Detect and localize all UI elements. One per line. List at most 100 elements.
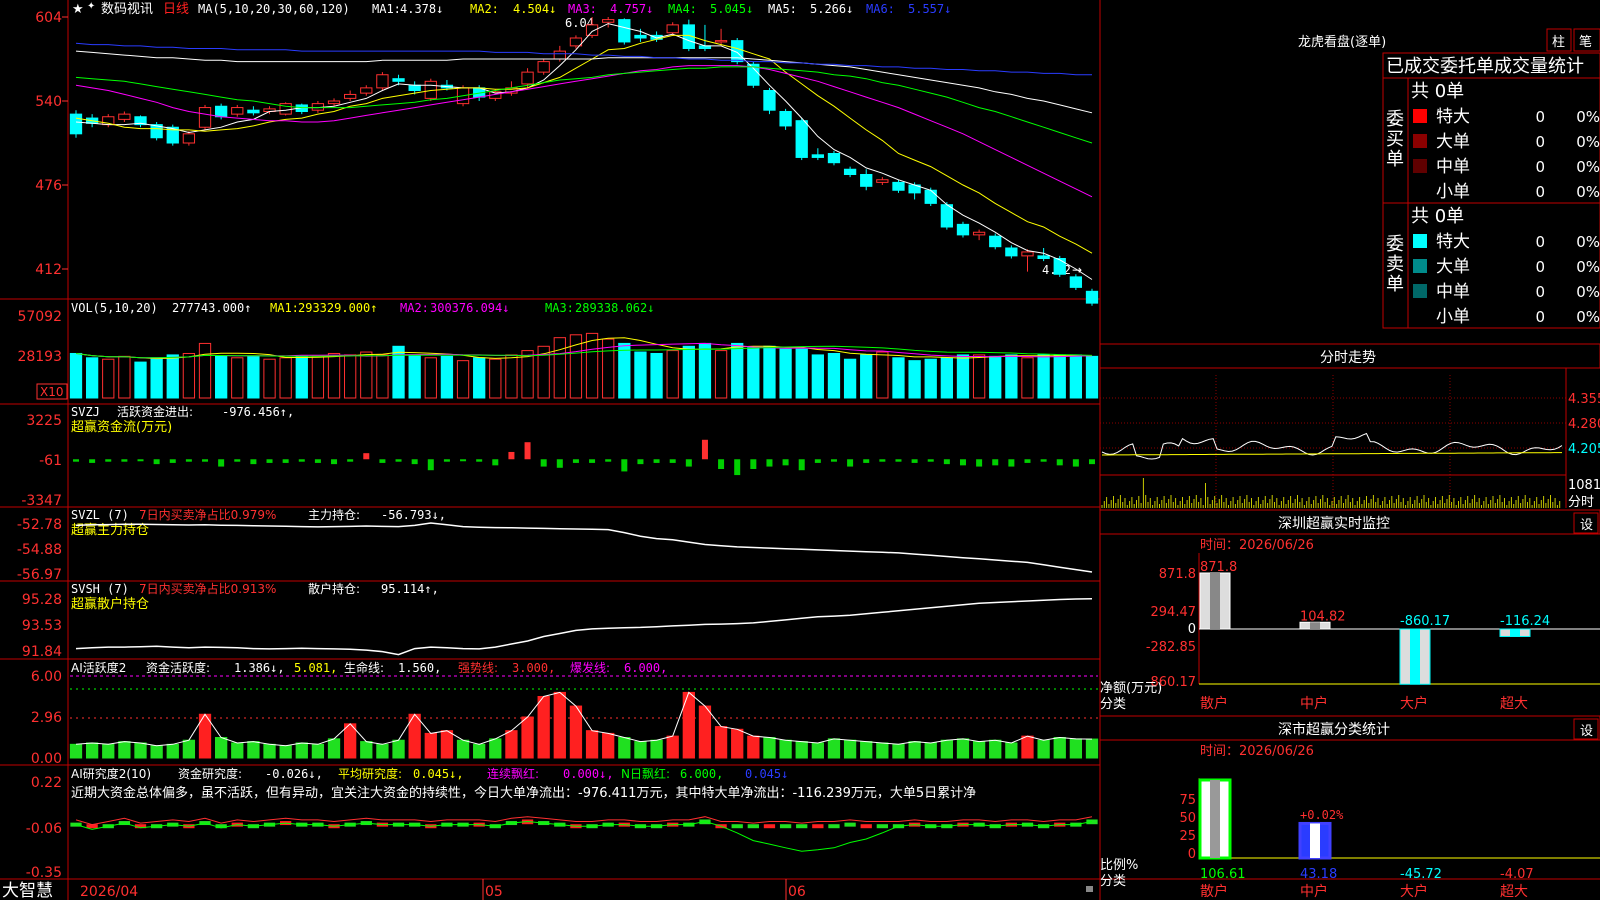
volume-bar bbox=[327, 352, 341, 399]
ma-line-ma3 bbox=[75, 65, 1093, 198]
y-tick: 0.22 bbox=[31, 775, 62, 791]
sell-row-label: 小单 bbox=[1436, 307, 1470, 327]
sell-color-swatch bbox=[1413, 309, 1427, 323]
volume-bar bbox=[956, 354, 970, 399]
buy-color-swatch bbox=[1413, 109, 1427, 123]
sell-row-count: 0 bbox=[1535, 258, 1545, 276]
star-icon[interactable]: ★ bbox=[72, 2, 84, 17]
y-tick: 6.00 bbox=[31, 669, 62, 685]
svzj-bar bbox=[669, 459, 676, 463]
candle-body bbox=[876, 179, 889, 183]
ma-line-ma5 bbox=[75, 50, 1093, 114]
ai-active-bar bbox=[489, 738, 502, 759]
volume-bar bbox=[634, 351, 647, 399]
volume-bar bbox=[134, 361, 147, 399]
sz-monitor-time: 时间：2026/06/26 bbox=[1200, 538, 1314, 553]
candle-body bbox=[537, 61, 550, 73]
ai-active-bar bbox=[666, 735, 679, 759]
buy-row-count: 0 bbox=[1535, 183, 1545, 201]
y-tick: 57092 bbox=[17, 309, 62, 325]
lock-icon[interactable] bbox=[1086, 886, 1093, 892]
n-red-label: N日飘红: bbox=[621, 766, 670, 781]
svzj-bar bbox=[153, 459, 160, 465]
ai-active-bar bbox=[166, 743, 179, 759]
y-tick: 2.96 bbox=[31, 710, 62, 726]
ai-active-bar bbox=[360, 741, 373, 759]
pen-mode-label: 笔 bbox=[1579, 34, 1592, 50]
svzj-bar bbox=[1008, 459, 1015, 467]
svzj-bar bbox=[895, 459, 902, 462]
volume-bar bbox=[924, 358, 937, 399]
research-green-line bbox=[75, 820, 1093, 852]
svzj-bar bbox=[395, 459, 402, 462]
vol-ma1-label: MA1: bbox=[270, 301, 299, 315]
ai-research-title: AI研究度2(10) bbox=[71, 766, 151, 781]
y-tick: -3347 bbox=[21, 493, 62, 509]
svzj-bar bbox=[653, 459, 660, 463]
svsh-title: SVSH (7) bbox=[71, 582, 129, 596]
buy-row-count: 0 bbox=[1535, 133, 1545, 151]
svzj-bar bbox=[992, 459, 999, 466]
volume-bar bbox=[779, 348, 792, 399]
buy-row-count: 0 bbox=[1535, 158, 1545, 176]
svzj-bar bbox=[266, 459, 273, 463]
candle-body bbox=[360, 87, 373, 94]
volume-bar bbox=[279, 357, 292, 399]
ai-active-bar bbox=[182, 739, 196, 759]
burst-line-value: 6.000, bbox=[624, 661, 667, 675]
volume-bar bbox=[102, 358, 115, 399]
sell-total: 共 0单 bbox=[1411, 206, 1464, 227]
svzj-bar bbox=[734, 459, 741, 476]
sell-row-label: 中单 bbox=[1436, 282, 1470, 302]
svzj-bar bbox=[427, 459, 434, 471]
svzj-bar bbox=[89, 459, 96, 463]
period-label[interactable]: 日线 bbox=[163, 2, 189, 17]
svzj-bar bbox=[863, 459, 870, 463]
volume-bar bbox=[1053, 354, 1066, 399]
volume-bar bbox=[182, 352, 196, 399]
candle-body bbox=[585, 24, 599, 36]
buy-row-label: 中单 bbox=[1436, 157, 1470, 177]
candle-body bbox=[327, 100, 341, 105]
svzj-bar bbox=[976, 459, 983, 467]
svzj-bar bbox=[282, 459, 289, 463]
volume-bar bbox=[892, 357, 905, 399]
sell-row-pct: 0% bbox=[1576, 233, 1600, 251]
ai-research-bar bbox=[812, 824, 824, 829]
volume-bar bbox=[1037, 354, 1050, 399]
vol-y-axis: 57092 28193 bbox=[17, 309, 62, 365]
buy-color-swatch bbox=[1413, 184, 1427, 198]
svzj-bar bbox=[621, 459, 628, 472]
ai-active-line bbox=[75, 691, 1093, 747]
buy-row-label: 特大 bbox=[1436, 107, 1470, 127]
intraday-price-line bbox=[1101, 432, 1563, 460]
main-y-axis: 604 540 476 412 bbox=[35, 10, 62, 278]
svzj-bar bbox=[782, 459, 789, 466]
sell-row-pct: 0% bbox=[1576, 283, 1600, 301]
ai-active-bar bbox=[763, 737, 776, 759]
svzj-bar bbox=[1056, 459, 1063, 466]
app-logo[interactable]: 大智慧 bbox=[2, 881, 53, 900]
ma4-label: MA4: bbox=[668, 2, 697, 16]
candle-body bbox=[795, 120, 808, 158]
candle-body bbox=[231, 107, 244, 115]
ai-active-bar bbox=[860, 741, 873, 759]
svzj-title: SVZJ bbox=[71, 405, 100, 419]
vol-header: VOL(5,10,20) 277743.000↑ MA1: 293329.000… bbox=[71, 301, 654, 315]
svsh-line bbox=[75, 597, 1093, 656]
vol-title: VOL(5,10,20) bbox=[71, 301, 158, 315]
volume-bar bbox=[682, 345, 695, 399]
ai-active-val1: 1.386↓, bbox=[234, 661, 285, 675]
candle-body bbox=[408, 84, 421, 91]
svzl-hold-value: -56.793↓, bbox=[381, 508, 446, 522]
category-label: 超大 bbox=[1500, 884, 1528, 900]
ma4-value: 5.045↓ bbox=[710, 2, 753, 16]
intraday-tick: 4.280 bbox=[1568, 417, 1600, 432]
buy-row-pct: 0% bbox=[1576, 133, 1600, 151]
volume-bar bbox=[440, 355, 454, 399]
volume-bar bbox=[1069, 354, 1083, 399]
stock-chart-canvas[interactable]: ★ ✦ 数码视讯 日线 MA(5,10,20,30,60,120) MA1: 4… bbox=[0, 0, 1600, 900]
ai-research-label: 资金研究度: bbox=[178, 766, 242, 781]
ai-active-bar bbox=[811, 742, 824, 759]
buy-side-label: 委买单 bbox=[1386, 109, 1404, 170]
